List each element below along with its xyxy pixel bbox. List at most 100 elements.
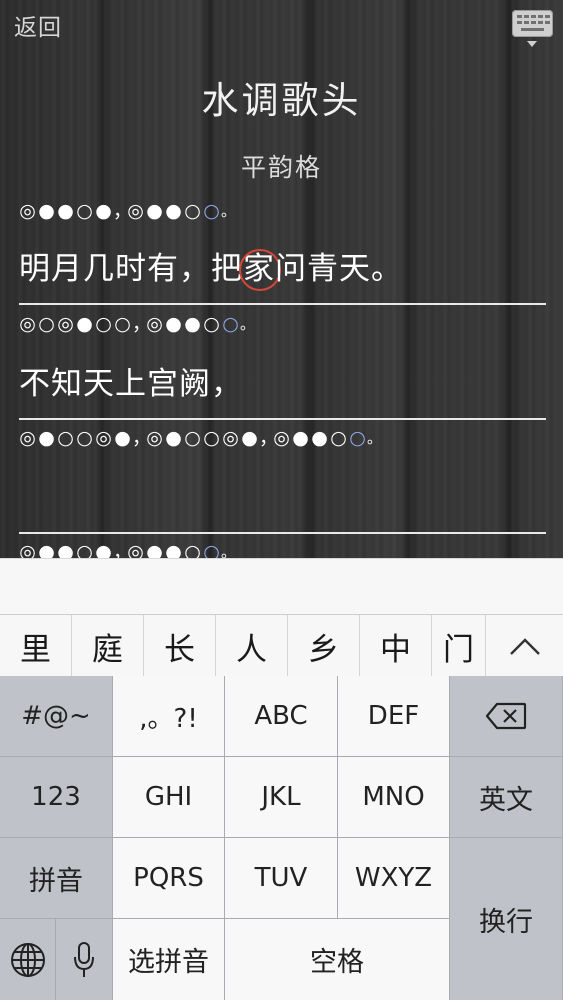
candidate-item[interactable]: 乡	[288, 615, 360, 677]
tone-mark: ◎	[95, 427, 112, 449]
tone-mark: ○	[184, 427, 201, 449]
poem-subtitle: 平韵格	[240, 153, 322, 182]
keyboard: #@~ ,。?! ABC DEF 123 GHI JKL MNO 英文 拼音 P…	[0, 676, 563, 1000]
tuv-key[interactable]: TUV	[225, 838, 338, 919]
tone-mark: ○	[76, 541, 93, 558]
globe-icon	[10, 942, 45, 977]
tone-mark: ◎	[146, 313, 163, 335]
rhyme-mark: ○	[349, 427, 366, 449]
verse-character: ，	[179, 251, 211, 287]
verse-character: 有	[147, 251, 179, 287]
pqrs-key[interactable]: PQRS	[113, 838, 225, 919]
tone-mark: ◎	[127, 541, 144, 558]
space-key[interactable]: 空格	[225, 919, 450, 1000]
mno-key[interactable]: MNO	[338, 757, 450, 838]
tone-pattern-2: ◎ ○ ◎ ● ○ ○， ◎ ● ● ○ ○。	[18, 312, 256, 336]
tone-pattern-1: ◎ ● ● ○ ●， ◎ ● ● ○ ○。	[18, 199, 237, 223]
wxyz-key[interactable]: WXYZ	[338, 838, 450, 919]
tone-mark: ○	[330, 427, 347, 449]
line-divider	[19, 303, 546, 305]
candidate-item[interactable]: 里	[0, 615, 72, 677]
ghi-key[interactable]: GHI	[113, 757, 225, 838]
punctuation-key[interactable]: ,。?!	[113, 676, 225, 757]
tone-mark: ●	[95, 541, 112, 558]
tone-punctuation: 。	[367, 429, 383, 447]
tone-mark: ◎	[57, 313, 74, 335]
tone-punctuation: ，	[132, 427, 152, 449]
tone-mark: ●	[184, 313, 201, 335]
rhyme-mark: ○	[203, 200, 220, 222]
tone-mark: ○	[76, 427, 93, 449]
tone-mark: ○	[76, 200, 93, 222]
tone-mark: ●	[38, 200, 55, 222]
tone-punctuation: ，	[259, 427, 279, 449]
candidate-row: 里 庭 长 人 乡 中 门	[0, 614, 563, 677]
english-key[interactable]: 英文	[450, 757, 563, 838]
verse-line-2[interactable]: 不知天上宫阙，	[19, 362, 243, 406]
rhyme-mark: ○	[203, 541, 220, 558]
verse-character: 天	[339, 251, 371, 287]
cursor-character: 家	[239, 247, 281, 291]
tone-punctuation: ，	[132, 313, 152, 335]
poem-title: 水调歌头	[201, 79, 362, 122]
tone-mark: ●	[38, 541, 55, 558]
chevron-up-icon	[509, 638, 540, 655]
pinyin-key[interactable]: 拼音	[0, 838, 113, 919]
tone-pattern-4: ◎ ● ● ○ ●， ◎ ● ● ○ ○。	[18, 540, 236, 558]
candidate-bar: 里 庭 长 人 乡 中 门	[0, 558, 563, 677]
candidate-item[interactable]: 长	[144, 615, 216, 677]
delete-key[interactable]	[450, 676, 563, 757]
tone-mark: ○	[184, 541, 201, 558]
tone-mark: ●	[146, 200, 163, 222]
line-divider	[19, 532, 546, 534]
numbers-key[interactable]: 123	[0, 757, 113, 838]
candidate-item[interactable]: 中	[360, 615, 432, 677]
candidate-item[interactable]: 门	[432, 615, 486, 677]
tone-mark: ●	[95, 200, 112, 222]
line-divider	[19, 418, 546, 420]
verse-line-1[interactable]: 明月几时有，把家问青天。	[19, 247, 403, 291]
tone-mark: ◎	[19, 200, 36, 222]
tone-mark: ◎	[146, 427, 163, 449]
tone-mark: ◎	[19, 313, 36, 335]
candidate-item[interactable]: 庭	[72, 615, 144, 677]
keyboard-hide-icon[interactable]	[512, 10, 553, 50]
delete-icon	[485, 702, 527, 730]
rhyme-mark: ○	[222, 313, 239, 335]
verse-character: 月	[51, 251, 83, 287]
tone-punctuation: ，	[113, 541, 133, 558]
tone-mark: ●	[114, 427, 131, 449]
tone-punctuation: 。	[221, 202, 237, 220]
abc-key[interactable]: ABC	[225, 676, 338, 757]
back-button[interactable]: 返回	[14, 8, 62, 42]
tone-mark: ◎	[19, 541, 36, 558]
tone-mark: ○	[57, 427, 74, 449]
def-key[interactable]: DEF	[338, 676, 450, 757]
candidate-item[interactable]: 人	[216, 615, 288, 677]
tone-mark: ○	[203, 313, 220, 335]
tone-mark: ●	[165, 541, 182, 558]
symbols-key[interactable]: #@~	[0, 676, 113, 757]
tone-mark: ●	[165, 200, 182, 222]
tone-mark: ○	[95, 313, 112, 335]
microphone-key[interactable]	[56, 919, 113, 1000]
poem-editor: 返回 水调歌头 平韵格 ◎ ● ● ○ ●， ◎ ● ● ○ ○。 明月几时有，把家问青天。 ◎ ○…	[0, 0, 563, 558]
expand-candidates-button[interactable]	[486, 615, 563, 677]
verse-character: 青	[307, 251, 339, 287]
jkl-key[interactable]: JKL	[225, 757, 338, 838]
globe-key[interactable]	[0, 919, 56, 1000]
return-key[interactable]: 换行	[450, 838, 563, 1000]
tone-mark: ○	[203, 427, 220, 449]
tone-mark: ●	[76, 313, 93, 335]
verse-character: 几	[83, 251, 115, 287]
tone-punctuation: 。	[240, 315, 256, 333]
select-pinyin-key[interactable]: 选拼音	[113, 919, 225, 1000]
verse-character: 时	[115, 251, 147, 287]
tone-mark: ○	[114, 313, 131, 335]
tone-punctuation: ，	[113, 200, 133, 222]
tone-mark: ◎	[127, 200, 144, 222]
tone-mark: ●	[57, 541, 74, 558]
tone-mark: ●	[241, 427, 258, 449]
tone-mark: ○	[38, 313, 55, 335]
tone-mark: ●	[38, 427, 55, 449]
